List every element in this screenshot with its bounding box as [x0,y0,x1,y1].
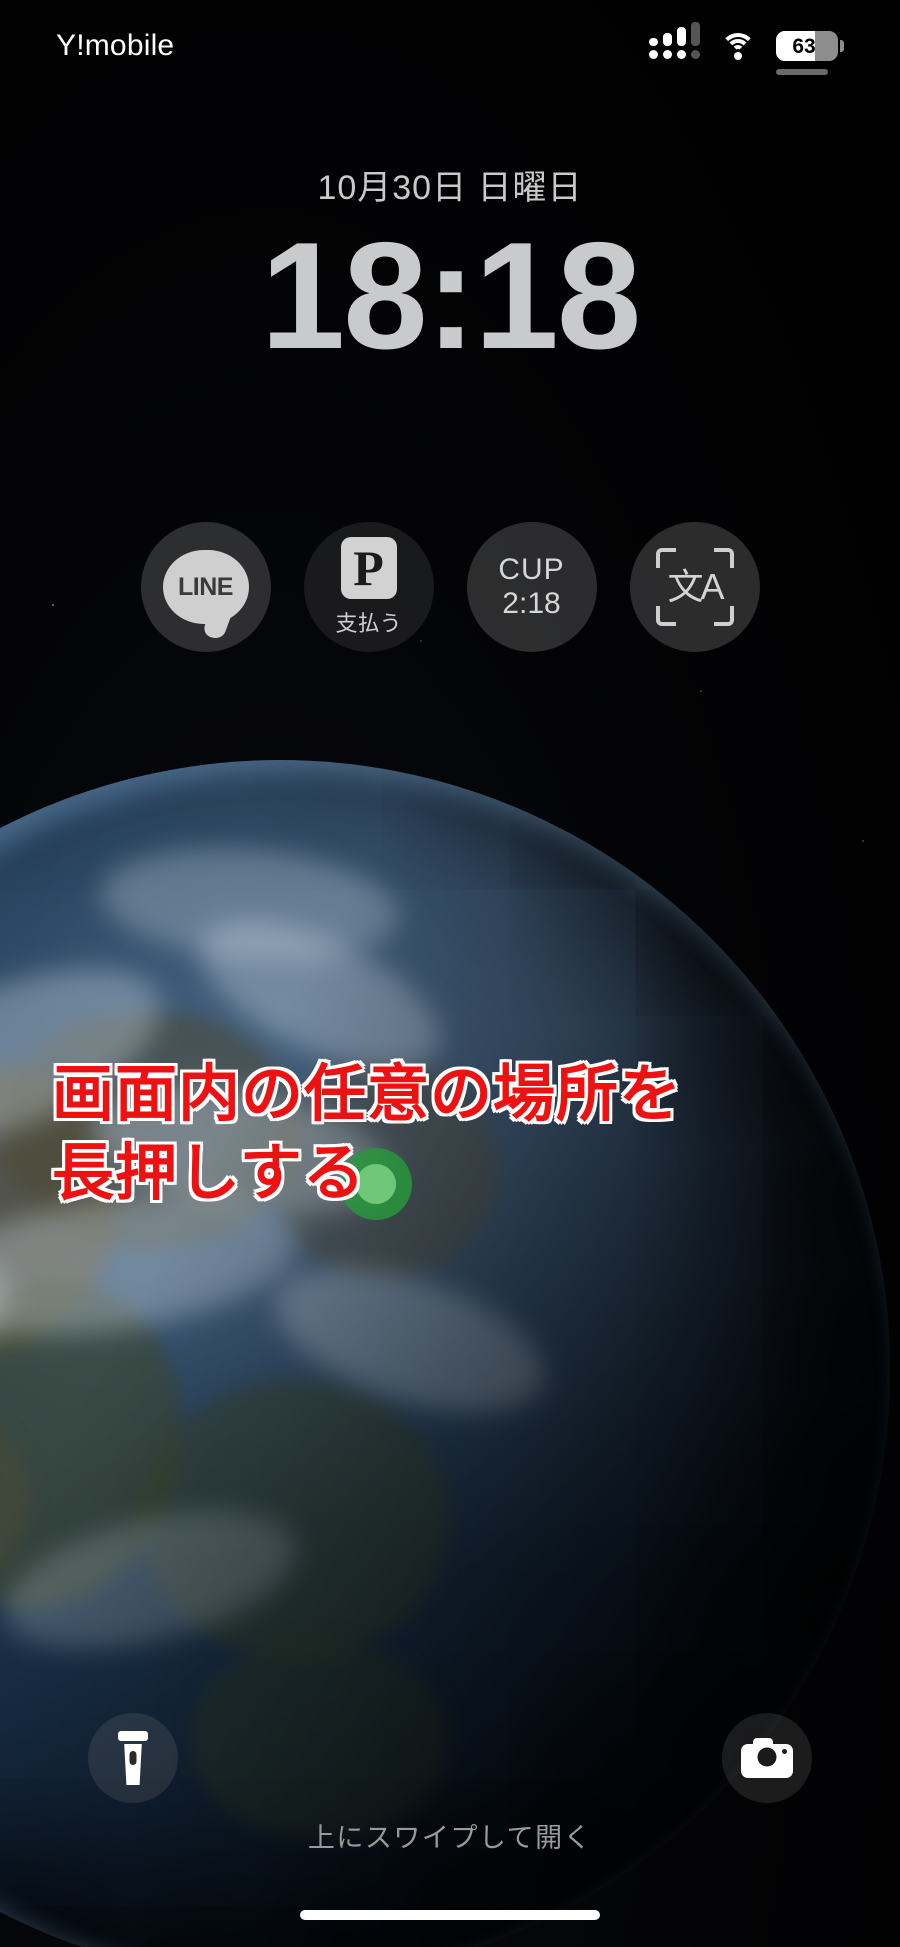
widget-paypay[interactable]: P 支払う [304,522,434,652]
status-bar: Y!mobile 63 [0,0,900,92]
cellular-signal-icon [649,33,700,59]
battery-percent-label: 63 [776,36,838,57]
widget-row: LINE P 支払う CUP 2:18 文A [0,522,900,652]
wifi-icon [720,33,756,59]
touch-indicator [340,1148,412,1220]
paypay-app-icon: P [341,537,397,599]
line-app-icon: LINE [163,550,249,624]
carrier-label: Y!mobile [56,29,174,63]
home-indicator[interactable] [300,1910,600,1920]
translate-icon-glyph: 文A [656,548,734,626]
swipe-hint-label: 上にスワイプして開く [0,1816,900,1855]
line-icon-label: LINE [178,573,233,602]
paypay-widget-label: 支払う [335,606,401,638]
widget-cup-timer[interactable]: CUP 2:18 [467,522,597,652]
timer-widget-title: CUP [498,553,564,587]
camera-button[interactable] [722,1713,812,1803]
lock-screen[interactable]: Y!mobile 63 10月30日 日曜日 1 [0,0,900,1947]
flashlight-icon [122,1731,144,1785]
widget-line[interactable]: LINE [141,522,271,652]
time-label: 18:18 [0,217,900,377]
status-bar-right: 63 [649,31,844,61]
clock-block[interactable]: 10月30日 日曜日 18:18 [0,160,900,377]
date-label: 10月30日 日曜日 [0,160,900,209]
translate-icon: 文A [656,548,734,626]
paypay-icon-glyph: P [353,543,384,593]
widget-translate[interactable]: 文A [630,522,760,652]
battery-icon: 63 [776,31,844,61]
bottom-control-row [0,1713,900,1803]
timer-widget-value: 2:18 [502,587,560,621]
flashlight-button[interactable] [88,1713,178,1803]
camera-icon [741,1738,793,1778]
battery-underline [776,69,828,75]
